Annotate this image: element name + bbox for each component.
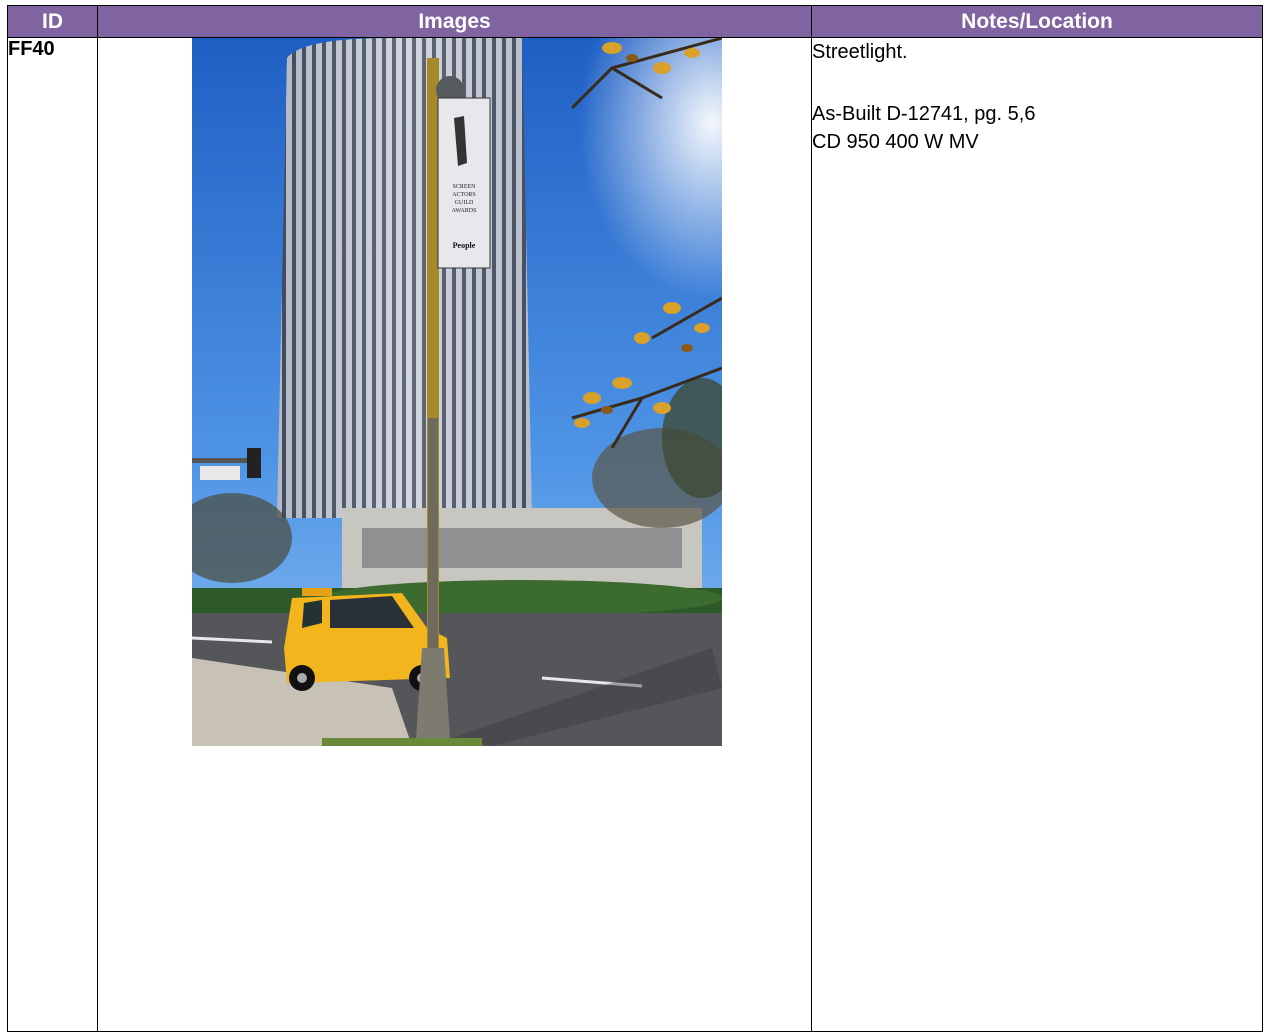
banner-line-4: AWARDS bbox=[452, 208, 477, 214]
header-notes: Notes/Location bbox=[811, 5, 1263, 38]
streetlight-photo: SCREEN ACTORS GUILD AWARDS People bbox=[192, 38, 722, 746]
header-images: Images bbox=[97, 5, 812, 38]
inventory-table: ID Images Notes/Location FF40 SCREEN ACT… bbox=[7, 5, 1263, 1032]
row-image-cell: SCREEN ACTORS GUILD AWARDS People bbox=[97, 37, 812, 1032]
banner-brand: People bbox=[453, 241, 476, 250]
notes-line-1: Streetlight. bbox=[812, 41, 908, 63]
banner-line-3: GUILD bbox=[455, 200, 474, 206]
notes-line-3: CD 950 400 W MV bbox=[812, 131, 979, 153]
banner-line-1: SCREEN bbox=[452, 184, 476, 190]
row-notes: Streetlight. As-Built D-12741, pg. 5,6 C… bbox=[811, 37, 1263, 1032]
banner-line-2: ACTORS bbox=[452, 192, 476, 198]
header-row: ID Images Notes/Location bbox=[7, 5, 1263, 38]
notes-line-2: As-Built D-12741, pg. 5,6 bbox=[812, 103, 1036, 125]
table-row: FF40 SCREEN ACTORS GUILD AWARDS People S… bbox=[7, 37, 1263, 1032]
row-id: FF40 bbox=[7, 37, 98, 1032]
header-id: ID bbox=[7, 5, 98, 38]
